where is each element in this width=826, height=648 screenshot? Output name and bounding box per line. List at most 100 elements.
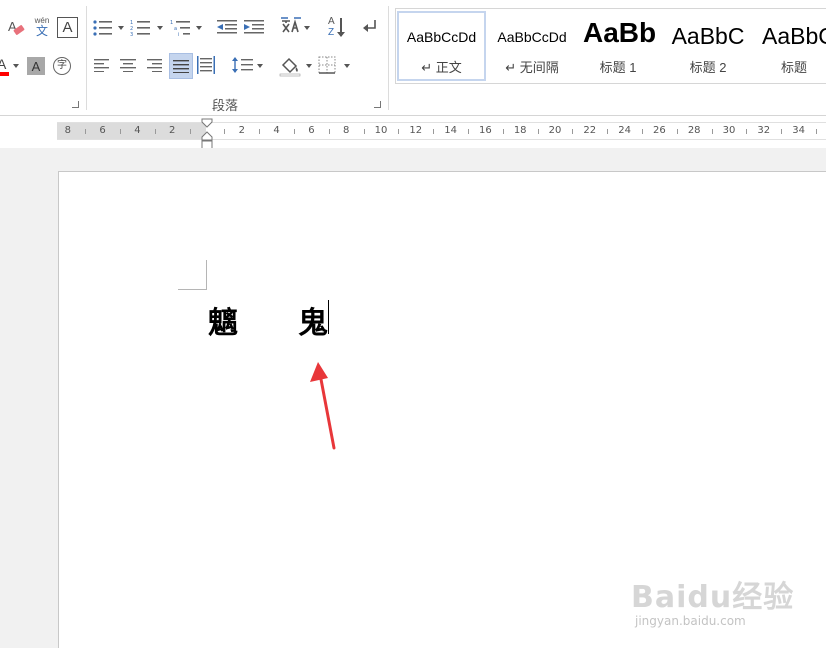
ruler-tick-label: 20 (548, 125, 562, 136)
ruler-tick-label: 16 (479, 125, 492, 136)
font-color-button[interactable]: A (0, 56, 12, 78)
font-color-dropdown-icon[interactable] (13, 64, 19, 68)
increase-indent-button[interactable] (244, 19, 266, 37)
increase-indent-icon (244, 20, 264, 34)
ruler-tick-mark (294, 129, 295, 134)
watermark-brand: Baidu经验 (631, 580, 795, 615)
styles-gallery: AaBbCcDd ↵ 正文 AaBbCcDd ↵ 无间隔 AaBb 标题 1 A… (395, 8, 826, 84)
shading-dropdown-icon[interactable] (306, 64, 312, 68)
ruler-tick-mark (746, 129, 748, 134)
phonetic-guide-button[interactable]: wén 文 (32, 16, 52, 40)
font-color-icon: A (0, 57, 11, 77)
character-shading-button[interactable]: A (27, 57, 45, 75)
distributed-button[interactable] (197, 56, 217, 76)
svg-text:a: a (174, 26, 177, 32)
borders-icon (318, 56, 336, 74)
style-no-spacing[interactable]: AaBbCcDd ↵ 无间隔 (488, 11, 576, 81)
phonetic-guide-char: 文 (35, 24, 48, 38)
ruler-tick-label: 6 (99, 125, 106, 136)
sort-icon: A Z (327, 16, 347, 40)
clear-formatting-button[interactable]: A (6, 18, 28, 40)
ruler-tick-mark (189, 129, 191, 134)
ruler-tick-mark (816, 129, 817, 134)
svg-text:1: 1 (170, 20, 173, 26)
text-cursor (328, 300, 329, 334)
bullets-button[interactable] (92, 18, 124, 38)
group-separator (86, 6, 87, 110)
svg-text:3: 3 (130, 32, 133, 37)
enclose-characters-button[interactable]: 字 (53, 57, 71, 75)
shading-button[interactable] (279, 55, 313, 77)
ruler-tick-mark (607, 129, 609, 134)
multilevel-list-button[interactable]: 1 a i (170, 18, 204, 38)
ruler-tick-mark (676, 129, 678, 134)
ruler-tick-mark (711, 129, 713, 134)
paragraph-group-label: 段落 (212, 98, 239, 113)
character-border-icon: A (62, 19, 73, 36)
multilevel-list-dropdown-icon[interactable] (196, 26, 202, 30)
ruler-tick-label: 10 (374, 125, 388, 136)
ruler-tick-mark (224, 129, 226, 134)
decrease-indent-icon (217, 20, 237, 34)
baidu-watermark: Baidu经验 jingyan.baidu.com (631, 566, 821, 636)
ruler-tick-mark (259, 129, 261, 134)
ruler-tick-label: 2 (238, 125, 245, 136)
style-heading-1[interactable]: AaBb 标题 1 (578, 11, 658, 81)
chinese-layout-dropdown-icon[interactable] (304, 26, 310, 30)
ruler-tick-mark (363, 129, 365, 134)
numbering-dropdown-icon[interactable] (157, 26, 163, 30)
character-border-button[interactable]: A (57, 17, 78, 38)
style-title[interactable]: AaBbC 标题 (754, 11, 826, 81)
font-dialog-launcher-icon[interactable] (72, 101, 79, 108)
style-name: 标题 2 (689, 60, 727, 75)
horizontal-ruler[interactable]: 8 6 4 2 2 4 6 8 10 12 14 16 18 20 22 24 26 28 30 32 34 (57, 122, 826, 140)
align-right-button[interactable] (146, 58, 164, 74)
character-shading-icon: A (31, 58, 41, 74)
ruler-tick-label: 2 (169, 125, 176, 136)
ruler-tick-mark (85, 129, 87, 134)
ruler-tick-mark (781, 129, 783, 134)
ruler-tick-label: 8 (64, 125, 71, 136)
distributed-icon (197, 56, 215, 74)
ruler-tick-label: 14 (444, 125, 457, 136)
ruler-tick-mark (154, 129, 156, 134)
ruler-tick-label: 30 (722, 125, 736, 136)
document-text-char[interactable]: 魑 (208, 298, 238, 342)
style-heading-2[interactable]: AaBbC 标题 2 (662, 11, 754, 81)
line-spacing-button[interactable] (232, 56, 264, 76)
justify-button[interactable] (169, 53, 193, 79)
chinese-layout-button[interactable] (280, 17, 310, 39)
document-text-char[interactable]: 鬼 (298, 298, 328, 342)
ruler-tick-label: 4 (273, 125, 280, 136)
ruler-tick-label: 32 (757, 125, 771, 136)
borders-dropdown-icon[interactable] (344, 64, 350, 68)
sort-button[interactable]: A Z (327, 16, 347, 40)
align-left-icon (94, 59, 109, 73)
decrease-indent-button[interactable] (217, 19, 239, 37)
ruler-tick-label: 34 (792, 125, 805, 136)
numbering-button[interactable]: 1 2 3 (130, 18, 164, 38)
line-spacing-dropdown-icon[interactable] (257, 64, 263, 68)
justify-icon (173, 60, 189, 73)
show-formatting-marks-button[interactable] (361, 18, 381, 38)
borders-button[interactable] (318, 56, 352, 76)
page-corner-mark (206, 260, 207, 290)
ruler-tick-mark (572, 129, 574, 134)
paragraph-dialog-launcher-icon[interactable] (374, 101, 381, 108)
style-name: 标题 1 (599, 60, 637, 75)
ruler-tick-mark (537, 129, 539, 134)
align-center-button[interactable] (120, 58, 138, 74)
bullets-dropdown-icon[interactable] (118, 26, 124, 30)
first-line-indent-marker-icon[interactable] (201, 118, 213, 128)
ruler-tick-mark (502, 129, 504, 134)
numbering-icon: 1 2 3 (130, 20, 150, 37)
ruler-tick-mark (120, 129, 121, 134)
svg-text:i: i (178, 32, 179, 37)
line-spacing-icon (232, 57, 253, 73)
style-normal[interactable]: AaBbCcDd ↵ 正文 (397, 11, 486, 81)
ruler-tick-mark (433, 129, 435, 134)
style-preview: AaBbC (671, 23, 745, 49)
align-left-button[interactable] (94, 58, 112, 74)
style-name: ↵ 正文 (421, 60, 462, 75)
ruler-tick-mark (328, 129, 330, 134)
